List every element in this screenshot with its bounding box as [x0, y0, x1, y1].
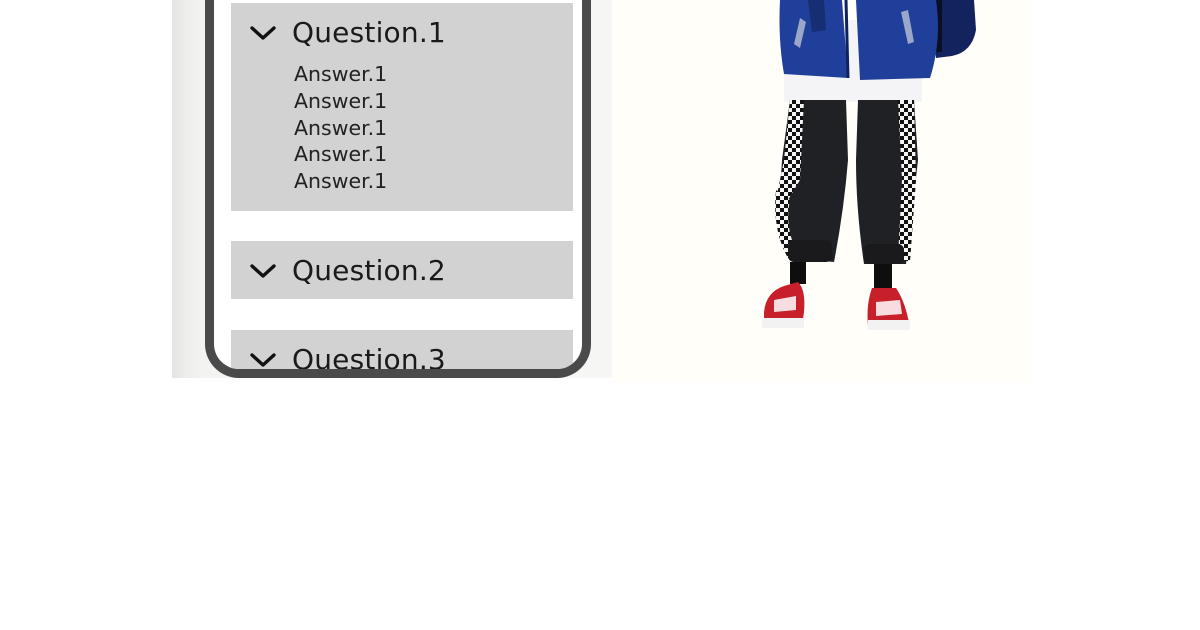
- phone-mockup: Question.1 Answer.1 Answer.1 Answer.1 An…: [205, 0, 591, 378]
- question-label: Question.1: [292, 16, 446, 49]
- canvas: Question.1 Answer.1 Answer.1 Answer.1 An…: [0, 0, 1200, 630]
- answer-text: Answer.1: [294, 62, 388, 86]
- chevron-down-icon[interactable]: [250, 25, 276, 41]
- faq-item-1-header[interactable]: Question.1: [231, 3, 573, 61]
- faq-item-2: Question.2: [231, 241, 573, 299]
- faq-item-3-header[interactable]: Question.3: [231, 330, 573, 376]
- faq-item-3: Question.3: [231, 330, 573, 376]
- question-label: Question.3: [292, 343, 446, 376]
- chevron-down-icon[interactable]: [250, 263, 276, 279]
- answer-text: Answer.1: [294, 142, 388, 167]
- answer-text: Answer.1: [294, 169, 388, 194]
- faq-item-2-header[interactable]: Question.2: [231, 241, 573, 299]
- product-photo: [612, 0, 1030, 382]
- faq-accordion: Question.1 Answer.1 Answer.1 Answer.1 An…: [214, 0, 582, 369]
- question-label: Question.2: [292, 254, 446, 287]
- faq-item-1: Question.1 Answer.1 Answer.1 Answer.1 An…: [231, 3, 573, 211]
- answer-list: Answer.1 Answer.1 Answer.1 Answer.1 Answ…: [294, 61, 387, 195]
- answer-text: Answer.1: [294, 88, 388, 113]
- model-figure-illustration: [762, 0, 976, 330]
- answer-text: Answer.1: [294, 115, 388, 140]
- chevron-down-icon[interactable]: [250, 352, 276, 368]
